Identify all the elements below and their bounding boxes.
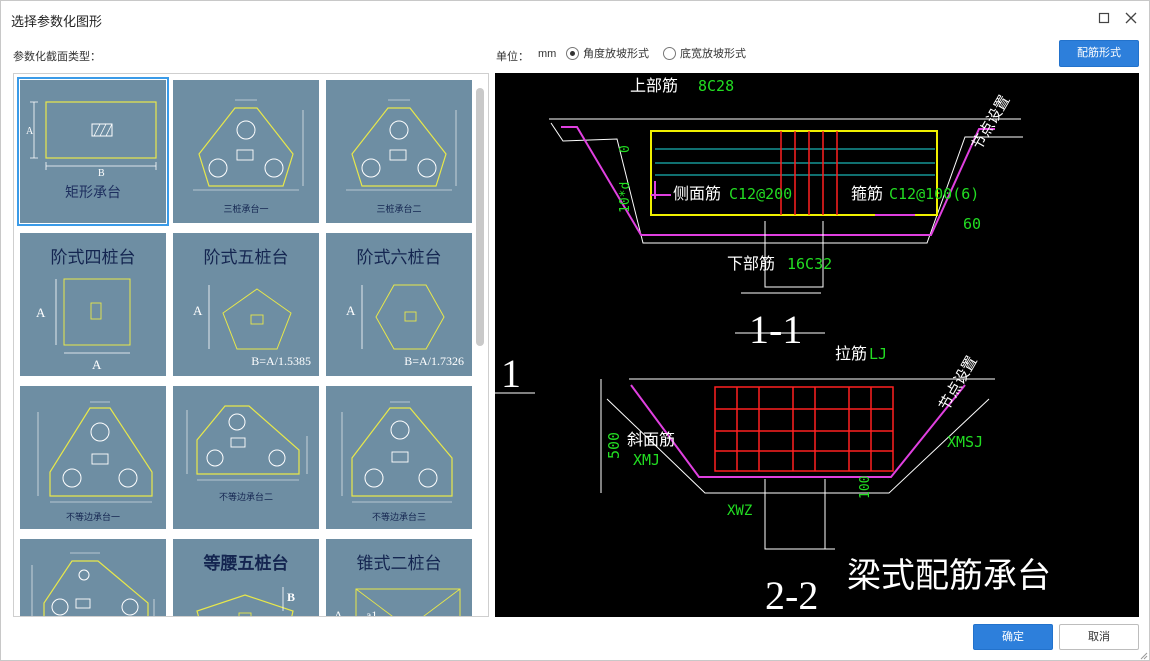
- tie-bar-spec: LJ: [869, 345, 887, 363]
- bottom-bar-label: 下部筋: [727, 254, 775, 273]
- tile-stepped-four-pile[interactable]: A A 阶式四桩台: [20, 233, 166, 376]
- bottom-bar-spec: 16C32: [787, 255, 832, 273]
- unit-value: mm: [538, 48, 557, 60]
- tile-rect-cap[interactable]: A B 矩形承台: [17, 77, 169, 226]
- dim-500: 500: [605, 432, 623, 459]
- dim-100: 100: [858, 476, 873, 499]
- section-type-label: 参数化截面类型：: [13, 51, 101, 63]
- tile-caption: 等腰五桩台: [203, 554, 289, 573]
- tile-caption: 阶式六桩台: [356, 248, 442, 267]
- section-2-label: 2-2: [765, 573, 818, 617]
- preview-canvas: 上部筋 8C28 0 10*d 侧面筋 C12@200 箍筋 C12@100(6…: [495, 73, 1139, 617]
- top-bar-spec: 8C28: [698, 77, 734, 95]
- section-2-2-drawing: 拉筋 LJ 斜面筋 XMJ XMSJ XWZ 500 100 节点设置 2-2 …: [600, 344, 1051, 617]
- tile-caption: 三桩承台一: [223, 204, 269, 214]
- svg-text:A: A: [334, 608, 343, 617]
- node-setting-label-2: 节点设置: [935, 353, 981, 414]
- resize-grip-icon[interactable]: [1138, 649, 1148, 660]
- tile-caption: 不等边承台三: [371, 512, 426, 522]
- tile-uneven-cap-1[interactable]: 不等边承台一: [20, 386, 166, 529]
- tile-formula: B=A/1.7326: [404, 354, 464, 368]
- gallery-scrollbar[interactable]: [476, 88, 484, 346]
- preview-title: 梁式配筋承台: [847, 556, 1051, 596]
- tile-caption: 不等边承台一: [65, 512, 120, 522]
- slope-bar-label: 斜面筋: [627, 430, 675, 449]
- dialog-title: 选择参数化图形: [11, 14, 103, 29]
- side-bar-spec: C12@200: [729, 185, 792, 203]
- maximize-icon[interactable]: [1094, 9, 1114, 29]
- svg-text:A: A: [346, 303, 356, 318]
- tile-caption: 锥式二桩台: [356, 554, 442, 573]
- xwz-label: XWZ: [727, 503, 752, 519]
- dim-zero: 0: [618, 145, 633, 153]
- tile-stepped-five-pile[interactable]: A 阶式五桩台 B=A/1.5385: [173, 233, 319, 376]
- dialog-window: 选择参数化图形 参数化截面类型： 单位： mm 角度放坡形式 底宽放坡形式 配筋…: [0, 0, 1150, 661]
- radio-unchecked-icon: [663, 46, 676, 60]
- unit-label: 单位：: [496, 51, 529, 63]
- ok-button[interactable]: 确定: [973, 624, 1053, 650]
- tile-cone-two-pile[interactable]: A a1 锥式二桩台: [326, 539, 472, 617]
- svg-text:A: A: [36, 305, 46, 320]
- tile-caption: 阶式四桩台: [50, 248, 136, 267]
- options-row: 参数化截面类型： 单位： mm 角度放坡形式 底宽放坡形式 配筋形式: [1, 39, 1149, 69]
- svg-text:a1: a1: [366, 608, 377, 617]
- tile-three-pile-2[interactable]: 三桩承台二: [326, 80, 472, 223]
- stirrup-spec: C12@100(6): [889, 185, 979, 203]
- tile-caption: 阶式五桩台: [203, 248, 289, 267]
- title-bar: 选择参数化图形: [1, 1, 1149, 37]
- svg-text:A: A: [26, 126, 34, 137]
- slope-bar-spec: XMJ: [633, 451, 660, 469]
- section-1-label: 1-1: [749, 307, 802, 352]
- close-icon[interactable]: [1121, 9, 1141, 29]
- radio-angle-label: 角度放坡形式: [583, 48, 649, 60]
- tile-uneven-cap-3[interactable]: 不等边承台三: [326, 386, 472, 529]
- stirrup-label: 箍筋: [851, 184, 883, 203]
- radio-checked-icon: [566, 46, 579, 60]
- cancel-button[interactable]: 取消: [1059, 624, 1139, 650]
- tie-bar-label: 拉筋: [835, 344, 867, 363]
- xmsj-label: XMSJ: [947, 433, 983, 451]
- tile-five-pile-partial[interactable]: [20, 539, 166, 616]
- node-setting-label-1: 节点设置: [968, 92, 1014, 153]
- tile-caption: 矩形承台: [65, 186, 121, 201]
- side-bar-label: 侧面筋: [673, 184, 721, 203]
- svg-text:B: B: [287, 590, 295, 604]
- dim-10d: 10*d: [618, 182, 633, 213]
- tile-formula: B=A/1.5385: [251, 354, 311, 368]
- radio-angle-slope[interactable]: 角度放坡形式: [566, 45, 649, 61]
- top-bar-label: 上部筋: [630, 76, 678, 95]
- radio-width-slope[interactable]: 底宽放坡形式: [663, 45, 746, 61]
- tile-isosceles-five-pile[interactable]: B 等腰五桩台: [173, 539, 319, 616]
- svg-text:A: A: [92, 357, 102, 372]
- radio-width-label: 底宽放坡形式: [680, 48, 746, 60]
- rebar-form-button[interactable]: 配筋形式: [1059, 40, 1139, 67]
- tile-stepped-six-pile[interactable]: A 阶式六桩台 B=A/1.7326: [326, 233, 472, 376]
- angle-value: 60: [963, 215, 981, 233]
- tile-three-pile-1[interactable]: 三桩承台一: [173, 80, 319, 223]
- svg-text:A: A: [193, 303, 203, 318]
- shape-gallery: A B 矩形承台 三桩承台一 三桩承台二 A A 阶式四桩台 A 阶式五桩台 B…: [13, 73, 489, 617]
- tile-uneven-cap-2[interactable]: 不等边承台二: [173, 386, 319, 529]
- section-1-1-drawing: 上部筋 8C28 0 10*d 侧面筋 C12@200 箍筋 C12@100(6…: [495, 76, 1023, 396]
- svg-text:B: B: [98, 168, 105, 179]
- tile-caption: 三桩承台二: [376, 204, 422, 214]
- side-mark: 1: [501, 351, 521, 396]
- tile-caption: 不等边承台二: [218, 492, 273, 502]
